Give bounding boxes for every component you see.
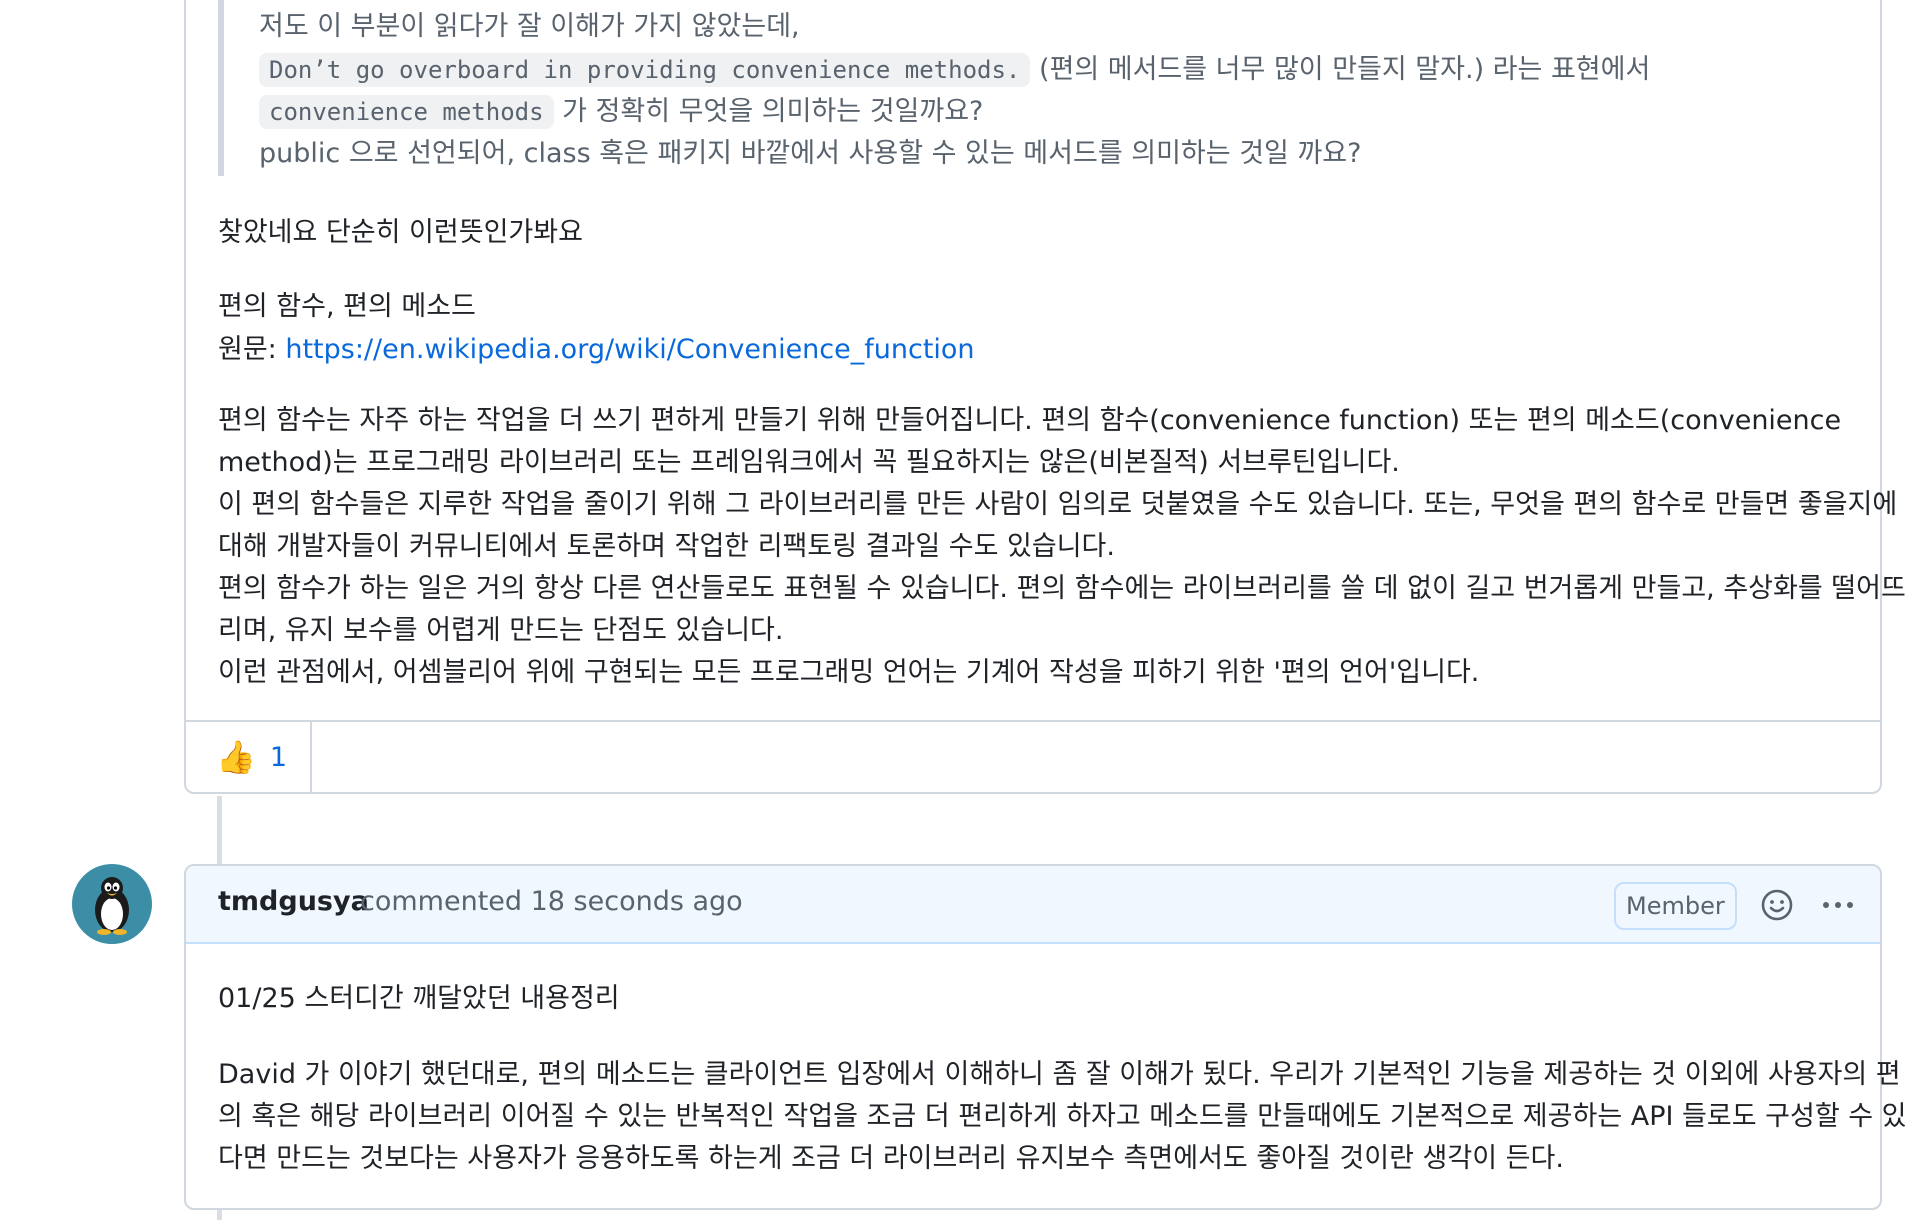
quote-text: (편의 메서드를 너무 많이 만들지 말자.) 라는 표현에서: [1030, 54, 1651, 85]
avatar[interactable]: [72, 864, 152, 944]
penguin-icon: [95, 877, 129, 935]
term-text: 편의 함수, 편의 메소드: [218, 291, 476, 322]
source-line: 원문: https://en.wikipedia.org/wiki/Conven…: [218, 327, 975, 366]
wikipedia-link[interactable]: https://en.wikipedia.org/wiki/Convenienc…: [285, 334, 974, 365]
add-reaction-icon[interactable]: [1760, 888, 1794, 922]
comment-tmdgusya: tmdgusya commented 18 seconds ago Member…: [184, 864, 1907, 1210]
quote-line-3: convenience methods 가 정확히 무엇을 의미하는 것일까요?: [259, 91, 983, 133]
comment-body-line: 다면 만드는 것보다는 사용자가 응용하도록 하는게 조금 더 라이브러리 유지…: [218, 1143, 1564, 1174]
member-badge: Member: [1614, 882, 1737, 930]
quote-line-4: public 으로 선언되어, class 혹은 패키지 바깥에서 사용할 수 …: [259, 138, 1362, 169]
thumbs-up-reaction-button[interactable]: 👍 1: [186, 722, 312, 792]
more-options-icon[interactable]: [1818, 890, 1858, 920]
quote-line-2: Don’t go overboard in providing convenie…: [259, 49, 1650, 91]
quote-line-1: 저도 이 부분이 읽다가 잘 이해가 가지 않았는데,: [259, 11, 800, 42]
paragraph-line: 편의 함수는 자주 하는 작업을 더 쓰기 편하게 만들기 위해 만들어집니다.…: [218, 405, 1842, 436]
blockquote: 저도 이 부분이 읽다가 잘 이해가 가지 않았는데, Don’t go ove…: [218, 0, 1818, 176]
paragraph-line: 이런 관점에서, 어셈블리어 위에 구현되는 모든 프로그래밍 언어는 기계어 …: [218, 657, 1480, 688]
inline-code: convenience methods: [259, 95, 554, 129]
quote-text: 가 정확히 무엇을 의미하는 것일까요?: [553, 96, 984, 127]
inline-code: Don’t go overboard in providing convenie…: [259, 53, 1031, 87]
thumbs-up-icon: 👍: [216, 738, 256, 776]
comment-timestamp[interactable]: commented 18 seconds ago: [360, 886, 743, 917]
timeline-connector: [217, 796, 222, 864]
explanation-paragraph: 편의 함수는 자주 하는 작업을 더 쓰기 편하게 만들기 위해 만들어집니다.…: [218, 400, 1906, 694]
paragraph-line: 편의 함수가 하는 일은 거의 항상 다른 연산들로도 표현될 수 있습니다. …: [218, 573, 1906, 604]
comment-body-line: 의 혹은 해당 라이브러리 이어질 수 있는 반복적인 작업을 조금 더 편리하…: [218, 1101, 1907, 1132]
comment-title: 01/25 스터디간 깨달았던 내용정리: [218, 983, 620, 1014]
paragraph-line: 이 편의 함수들은 지루한 작업을 줄이기 위해 그 라이브러리를 만든 사람이…: [218, 489, 1898, 520]
comment-previous: 저도 이 부분이 읽다가 잘 이해가 가지 않았는데, Don’t go ove…: [184, 0, 1906, 794]
paragraph-line: 대해 개발자들이 커뮤니티에서 토론하며 작업한 리팩토링 결과일 수도 있습니…: [218, 531, 1115, 562]
comment-header: tmdgusya commented 18 seconds ago Member: [186, 866, 1880, 944]
comment-body-line: David 가 이야기 했던대로, 편의 메소드는 클라이언트 입장에서 이해하…: [218, 1059, 1901, 1090]
paragraph-line: 리며, 유지 보수를 어렵게 만드는 단점도 있습니다.: [218, 615, 784, 646]
reactions-bar: 👍 1: [186, 720, 1880, 792]
paragraph-line: method)는 프로그래밍 라이브러리 또는 프레임워크에서 꼭 필요하지는 …: [218, 447, 1400, 478]
reaction-count: 1: [269, 741, 288, 773]
comment-author-link[interactable]: tmdgusya: [218, 886, 369, 917]
source-label: 원문:: [218, 334, 286, 365]
found-text: 찾았네요 단순히 이런뜻인가봐요: [218, 217, 583, 248]
